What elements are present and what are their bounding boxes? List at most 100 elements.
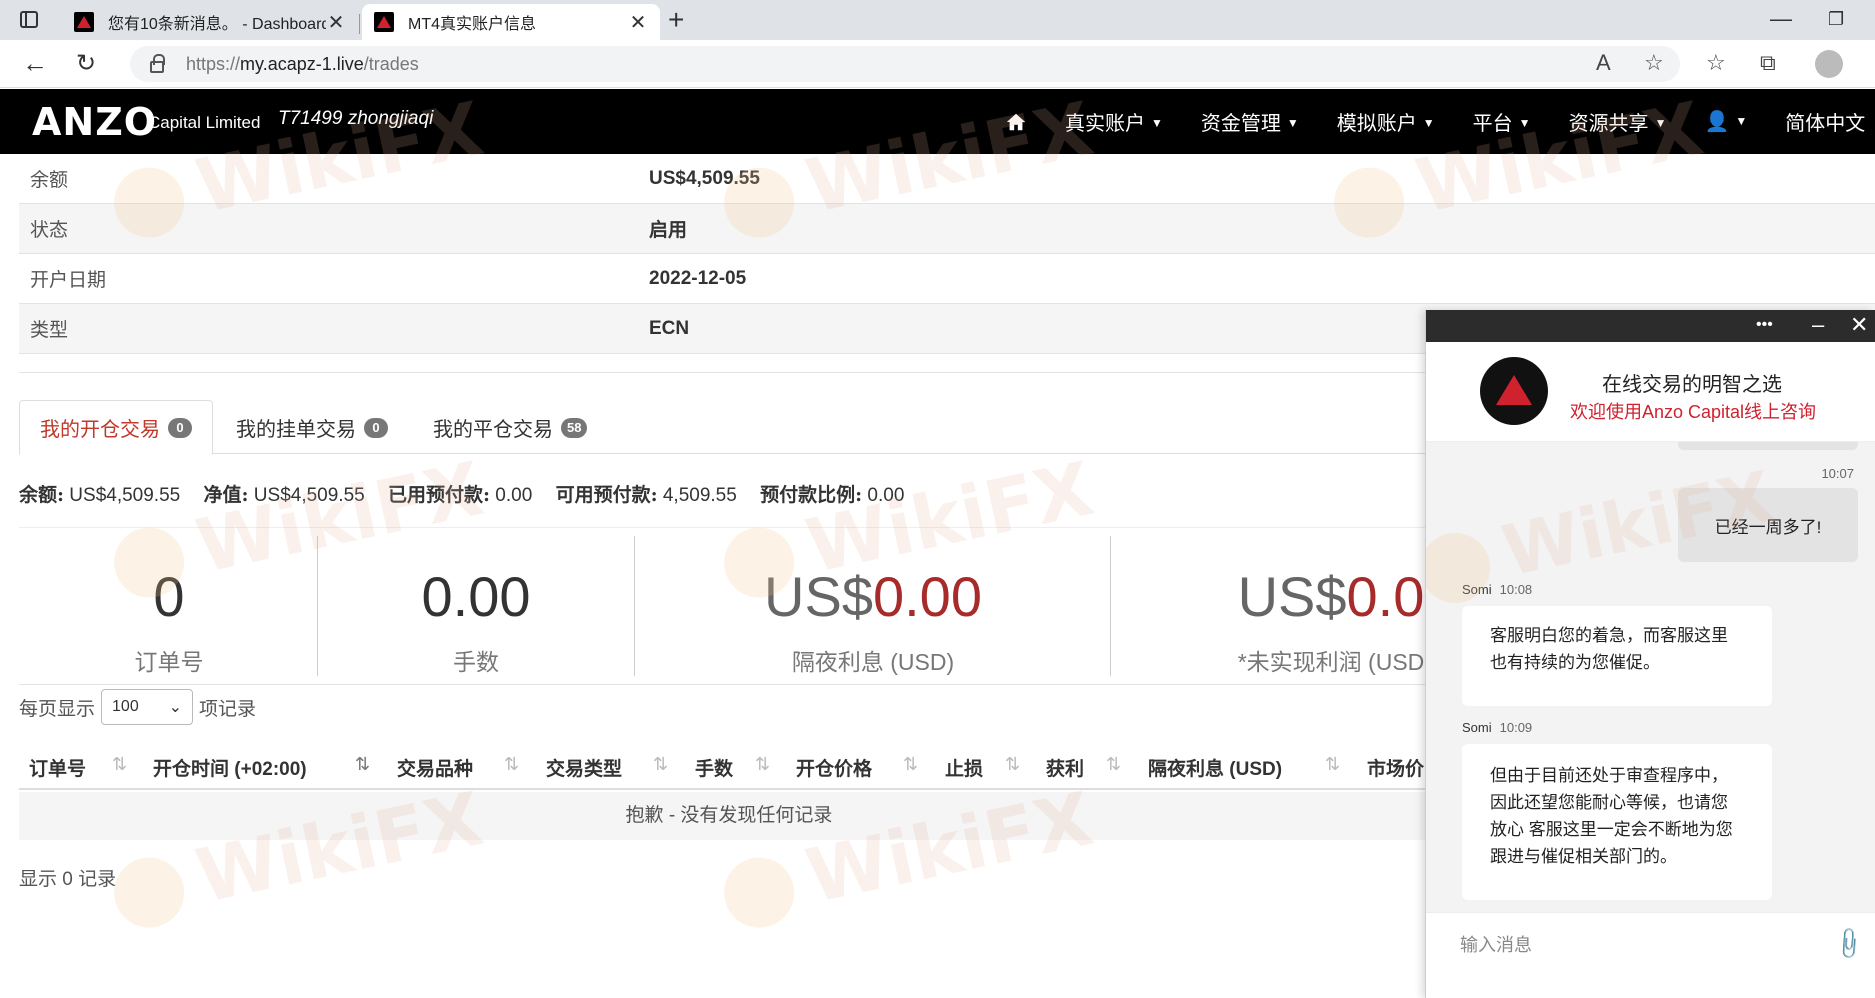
tab-pending-orders[interactable]: 我的挂单交易 0 bbox=[216, 400, 408, 455]
table-header: 订单号 ⇅ 开仓时间 (+02:00) ⇅ 交易品种 ⇅ 交易类型 ⇅ 手数 ⇅… bbox=[19, 744, 1439, 790]
chat-subtitle: 欢迎使用Anzo Capital线上咨询 bbox=[1570, 402, 1817, 422]
nav-user[interactable]: 👤 ▼ bbox=[1704, 109, 1747, 134]
column-order[interactable]: 订单号 bbox=[29, 754, 86, 781]
more-options-icon[interactable]: ••• bbox=[1756, 316, 1773, 334]
sort-icon[interactable]: ⇅ bbox=[903, 754, 918, 775]
chat-widget: ••• – ✕ 在线交易的明智之选 欢迎使用Anzo Capital线上咨询 1… bbox=[1425, 310, 1875, 998]
new-tab-button[interactable]: + bbox=[668, 4, 684, 36]
tab-closed-trades[interactable]: 我的平仓交易 58 bbox=[413, 400, 607, 455]
profile-avatar[interactable] bbox=[1815, 50, 1843, 78]
sort-icon[interactable]: ⇅ bbox=[653, 754, 668, 775]
url-field[interactable]: https://my.acapz-1.live/trades bbox=[130, 46, 1680, 82]
tab-close-icon[interactable]: ✕ bbox=[628, 10, 648, 35]
nav-demo-account[interactable]: 模拟账户 ▼ bbox=[1337, 107, 1435, 136]
anzo-logo[interactable]: ANZO bbox=[32, 100, 157, 144]
reload-icon[interactable]: ↻ bbox=[76, 49, 96, 78]
column-swap[interactable]: 隔夜利息 (USD) bbox=[1148, 754, 1282, 781]
chat-messages[interactable]: 10:07 已经一周多了! Somi 10:08 客服明白您的着急，而客服这里也有… bbox=[1426, 442, 1875, 912]
minimize-icon[interactable]: — bbox=[1770, 6, 1792, 32]
attachment-icon[interactable]: 📎 bbox=[1829, 925, 1867, 963]
sort-icon[interactable]: ⇅ bbox=[755, 754, 770, 775]
sort-desc-icon[interactable]: ⇅ bbox=[355, 754, 370, 775]
caret-down-icon: ▼ bbox=[1286, 116, 1299, 130]
read-aloud-icon[interactable]: A bbox=[1596, 50, 1611, 76]
stat-label: 订单号 bbox=[134, 649, 204, 675]
info-label: 余额 bbox=[30, 170, 69, 191]
nav-label: 平台 bbox=[1472, 113, 1513, 135]
back-arrow-icon[interactable]: ← bbox=[22, 48, 48, 79]
restore-icon[interactable]: ❐ bbox=[1828, 9, 1844, 30]
amount: 0.0 bbox=[1346, 565, 1425, 628]
column-open-price[interactable]: 开仓价格 bbox=[796, 754, 872, 781]
caret-down-icon: ▼ bbox=[1422, 116, 1435, 130]
sort-icon[interactable]: ⇅ bbox=[504, 754, 519, 775]
home-icon[interactable] bbox=[1005, 111, 1027, 133]
stat-label: 手数 bbox=[453, 649, 499, 675]
browser-tab-mt4[interactable]: MT4真实账户信息 ✕ bbox=[362, 4, 660, 40]
tab-separator bbox=[359, 14, 360, 34]
message-time: 10:08 bbox=[1499, 582, 1533, 597]
tab-open-trades[interactable]: 我的开仓交易 0 bbox=[19, 400, 213, 455]
summary-value: US$4,509.55 bbox=[69, 485, 181, 506]
favorites-icon[interactable]: ☆ bbox=[1706, 50, 1726, 76]
summary-value: 0.00 bbox=[867, 485, 905, 506]
browser-tab-dashboard[interactable]: 您有10条新消息。 - Dashboard ✕ bbox=[62, 4, 358, 40]
agent-message-bubble: 客服明白您的着急，而客服这里也有持续的为您催促。 bbox=[1462, 606, 1772, 706]
anzo-favicon-icon bbox=[374, 12, 394, 32]
info-row-status: 状态 启用 bbox=[19, 204, 1875, 254]
collections-icon[interactable]: ⧉ bbox=[1760, 50, 1776, 76]
info-row-open-date: 开户日期 2022-12-05 bbox=[19, 254, 1875, 304]
close-chat-icon[interactable]: ✕ bbox=[1850, 312, 1868, 338]
user-icon: 👤 bbox=[1704, 111, 1730, 133]
add-favorite-icon[interactable]: ☆ bbox=[1644, 50, 1664, 76]
column-take-profit[interactable]: 获利 bbox=[1046, 754, 1084, 781]
summary-value: 4,509.55 bbox=[662, 485, 737, 506]
records-count: 显示 0 记录 bbox=[19, 869, 117, 890]
currency-prefix: US$ bbox=[1237, 565, 1347, 628]
chat-header: 在线交易的明智之选 欢迎使用Anzo Capital线上咨询 bbox=[1426, 342, 1875, 442]
account-summary: 余额: US$4,509.55 净值: US$4,509.55 已用预付款: 0… bbox=[19, 480, 922, 507]
nav-language[interactable]: 简体中文 bbox=[1785, 107, 1865, 136]
column-open-time[interactable]: 开仓时间 (+02:00) bbox=[153, 754, 307, 781]
stat-label: 隔夜利息 (USD) bbox=[791, 649, 955, 675]
nav-resources[interactable]: 资源共享 ▼ bbox=[1569, 107, 1667, 136]
agent-name: Somi bbox=[1462, 720, 1492, 735]
message-time: 10:09 bbox=[1499, 720, 1533, 735]
caret-down-icon: ▼ bbox=[1654, 116, 1667, 130]
per-page-label: 每页显示 bbox=[19, 698, 96, 720]
anzo-logo-icon bbox=[1480, 357, 1548, 425]
column-market-price[interactable]: 市场价 bbox=[1367, 754, 1424, 781]
per-page-value: 100 bbox=[112, 698, 139, 715]
info-value: ECN bbox=[649, 317, 690, 339]
chat-input-placeholder[interactable]: 输入消息 bbox=[1460, 931, 1532, 957]
amount: 0.00 bbox=[872, 565, 982, 628]
lock-icon[interactable] bbox=[150, 54, 165, 73]
stat-order-count: 0 订单号 bbox=[19, 534, 319, 675]
nav-label: 模拟账户 bbox=[1336, 113, 1417, 135]
nav-funds[interactable]: 资金管理 ▼ bbox=[1201, 107, 1299, 136]
column-symbol[interactable]: 交易品种 bbox=[397, 754, 473, 781]
info-label: 状态 bbox=[30, 220, 69, 241]
sort-icon[interactable]: ⇅ bbox=[1106, 754, 1121, 775]
summary-value: US$4,509.55 bbox=[253, 485, 365, 506]
tab-label: 我的开仓交易 bbox=[40, 419, 160, 441]
nav-real-account[interactable]: 真实账户 ▼ bbox=[1065, 107, 1163, 136]
tab-close-icon[interactable]: ✕ bbox=[326, 10, 346, 35]
column-trade-type[interactable]: 交易类型 bbox=[546, 754, 622, 781]
chat-input-area[interactable]: 输入消息 📎 bbox=[1426, 912, 1875, 998]
column-stop-loss[interactable]: 止损 bbox=[945, 754, 983, 781]
per-page-select[interactable]: 100 ⌄ bbox=[101, 689, 194, 725]
minimize-chat-icon[interactable]: – bbox=[1812, 312, 1824, 338]
sort-icon[interactable]: ⇅ bbox=[1005, 754, 1020, 775]
tab-actions-icon[interactable] bbox=[20, 11, 38, 28]
column-lots[interactable]: 手数 bbox=[695, 754, 733, 781]
nav-platform[interactable]: 平台 ▼ bbox=[1473, 107, 1531, 136]
sort-icon[interactable]: ⇅ bbox=[1325, 754, 1340, 775]
message-time: 10:07 bbox=[1821, 466, 1854, 481]
user-message-bubble: 已经一周多了! bbox=[1678, 488, 1858, 562]
sort-icon[interactable]: ⇅ bbox=[112, 754, 127, 775]
currency-prefix: US$ bbox=[764, 565, 873, 628]
message-meta: Somi 10:08 bbox=[1462, 582, 1532, 597]
watermark-logo-icon bbox=[717, 851, 801, 935]
summary-key: 余额: bbox=[19, 484, 65, 506]
